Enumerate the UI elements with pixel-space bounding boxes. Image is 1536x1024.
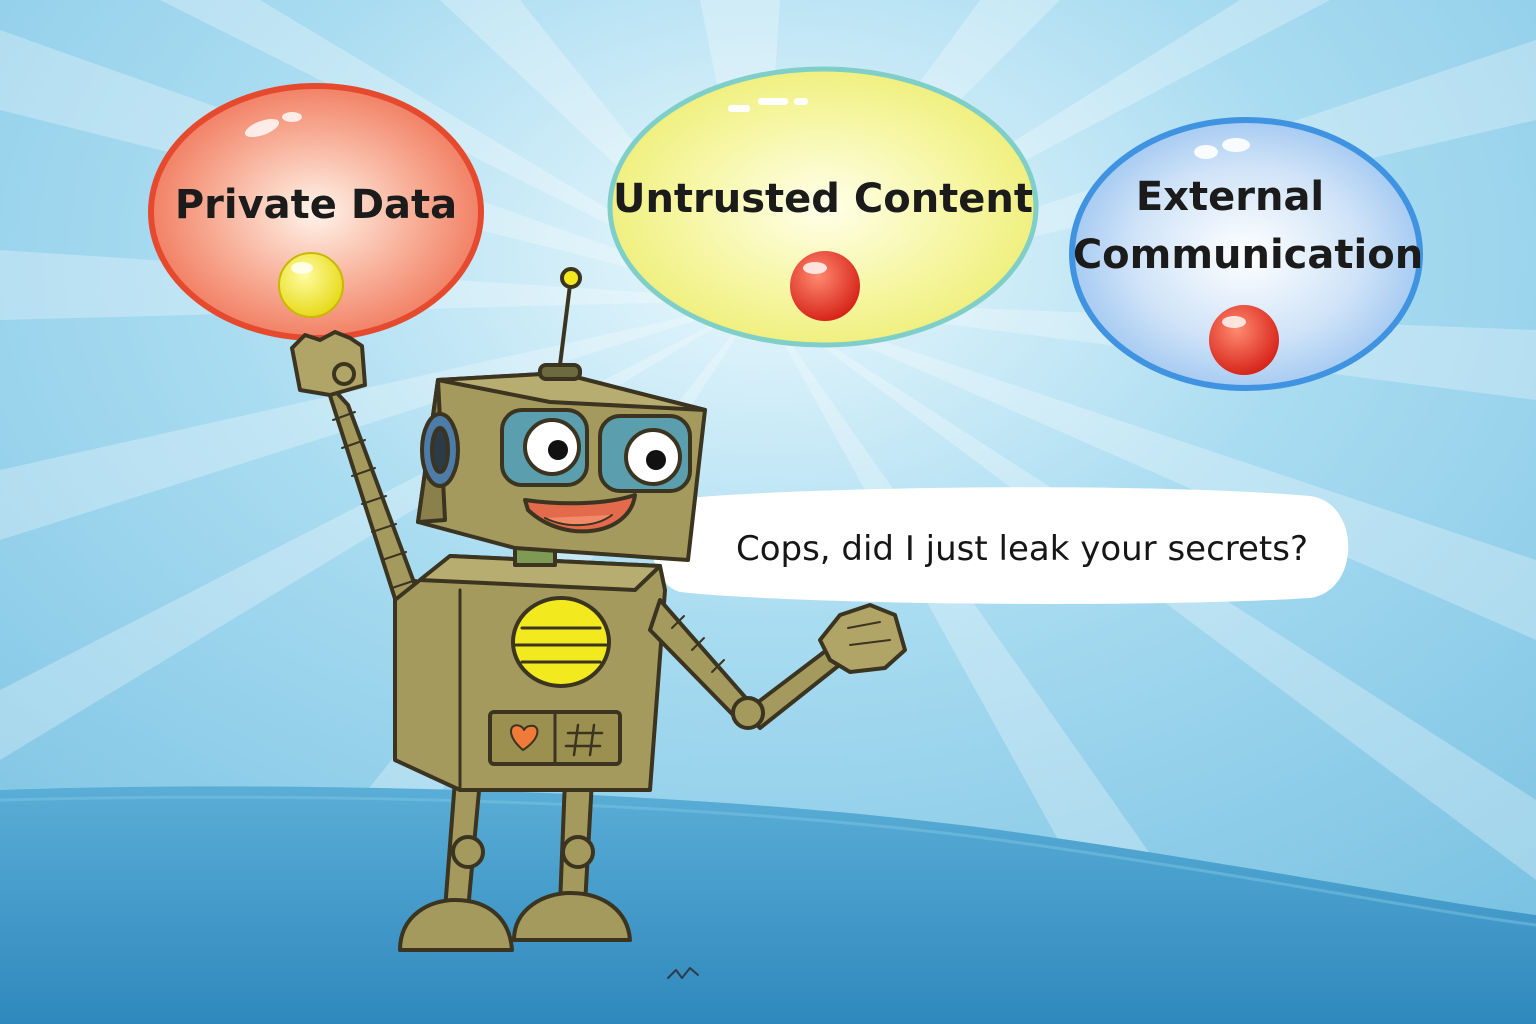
robot-chest-light bbox=[511, 596, 611, 688]
private-data-dot bbox=[278, 252, 344, 318]
robot-body bbox=[393, 554, 667, 792]
untrusted-content-bubble: Untrusted Content bbox=[607, 66, 1039, 348]
external-communication-dot bbox=[1209, 305, 1279, 375]
external-communication-label-line2: Communication bbox=[1073, 232, 1423, 278]
private-data-label: Private Data bbox=[175, 182, 457, 228]
speech-bubble: Cops, did I just leak your secrets? bbox=[650, 487, 1349, 604]
speech-text: Cops, did I just leak your secrets? bbox=[736, 529, 1308, 569]
external-communication-label-line1: External bbox=[1136, 174, 1324, 220]
private-data-bubble: Private Data bbox=[148, 83, 484, 341]
untrusted-content-label: Untrusted Content bbox=[613, 176, 1033, 222]
external-communication-bubble: External Communication bbox=[1069, 117, 1423, 391]
untrusted-content-dot bbox=[790, 251, 860, 321]
robot-scene: Private Data Untrusted Content External … bbox=[0, 0, 1536, 1024]
